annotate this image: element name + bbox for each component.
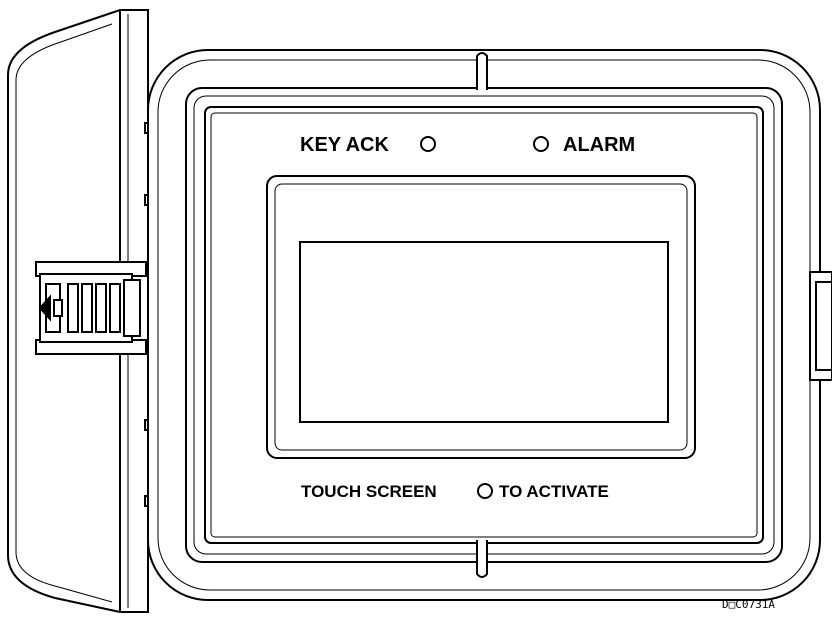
enclosure-drawing: KEY ACK ALARM TOUCH SCREEN TO ACTIVATE D… — [0, 0, 832, 620]
alarm-indicator-icon — [533, 136, 549, 152]
to-activate-label: TO ACTIVATE — [499, 482, 609, 501]
key-ack-label: KEY ACK — [300, 134, 389, 156]
document-id: D□C0731A — [722, 598, 775, 611]
activate-indicator-icon — [477, 483, 493, 499]
latch-icon — [35, 261, 147, 355]
touch-screen-label: TOUCH SCREEN — [301, 482, 437, 501]
touch-screen-display[interactable] — [299, 241, 669, 423]
side-clip — [809, 271, 832, 381]
key-ack-indicator-icon — [420, 136, 436, 152]
alarm-label: ALARM — [563, 134, 635, 156]
enclosure-diagram-svg: KEY ACK ALARM TOUCH SCREEN TO ACTIVATE D… — [7, 9, 832, 613]
